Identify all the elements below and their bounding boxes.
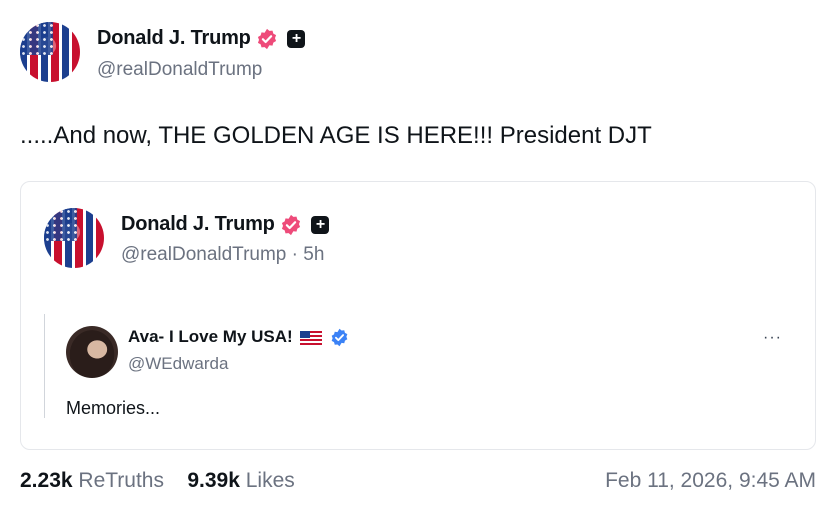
quoted-author-name-row[interactable]: Donald J. Trump + bbox=[121, 213, 330, 236]
quoted-author-avatar[interactable] bbox=[44, 208, 104, 268]
author-handle[interactable]: @realDonaldTrump bbox=[97, 59, 262, 81]
inner-post-text: Memories... bbox=[66, 398, 161, 418]
likes-count: 9.39k bbox=[187, 469, 240, 492]
quoted-post-time[interactable]: · 5h bbox=[286, 244, 325, 265]
likes-stat[interactable]: 9.39k Likes bbox=[187, 469, 294, 492]
likes-label: Likes bbox=[245, 469, 295, 492]
inner-author-name-row[interactable]: Ava- I Love My USA! bbox=[128, 327, 349, 347]
author-name[interactable]: Donald J. Trump bbox=[97, 27, 251, 49]
post-text: .....And now, THE GOLDEN AGE IS HERE!!! … bbox=[20, 122, 652, 149]
retruths-stat[interactable]: 2.23k ReTruths bbox=[20, 469, 164, 492]
author-name-row[interactable]: Donald J. Trump + bbox=[97, 27, 306, 50]
author-avatar[interactable] bbox=[20, 22, 80, 82]
engagement-stats: 2.23k ReTruths 9.39k Likes bbox=[20, 469, 295, 493]
plus-badge-icon: + bbox=[287, 29, 306, 48]
inner-author-name[interactable]: Ava- I Love My USA! bbox=[128, 327, 293, 346]
us-flag-icon bbox=[300, 330, 323, 345]
plus-badge-icon: + bbox=[311, 215, 330, 234]
inner-author-handle[interactable]: @WEdwarda bbox=[128, 354, 228, 374]
quote-thread-line bbox=[44, 314, 45, 418]
verified-badge-icon bbox=[257, 28, 277, 49]
retruths-label: ReTruths bbox=[78, 469, 164, 492]
quoted-author-name[interactable]: Donald J. Trump bbox=[121, 213, 275, 235]
quoted-author-handle-row: @realDonaldTrump · 5h bbox=[121, 244, 324, 266]
blue-verified-icon bbox=[331, 328, 348, 347]
more-options-icon[interactable]: ··· bbox=[763, 329, 782, 347]
verified-badge-icon bbox=[281, 214, 301, 235]
inner-author-avatar[interactable] bbox=[66, 326, 118, 378]
retruths-count: 2.23k bbox=[20, 469, 73, 492]
post-timestamp[interactable]: Feb 11, 2026, 9:45 AM bbox=[605, 469, 816, 493]
quoted-author-handle[interactable]: @realDonaldTrump bbox=[121, 244, 286, 265]
